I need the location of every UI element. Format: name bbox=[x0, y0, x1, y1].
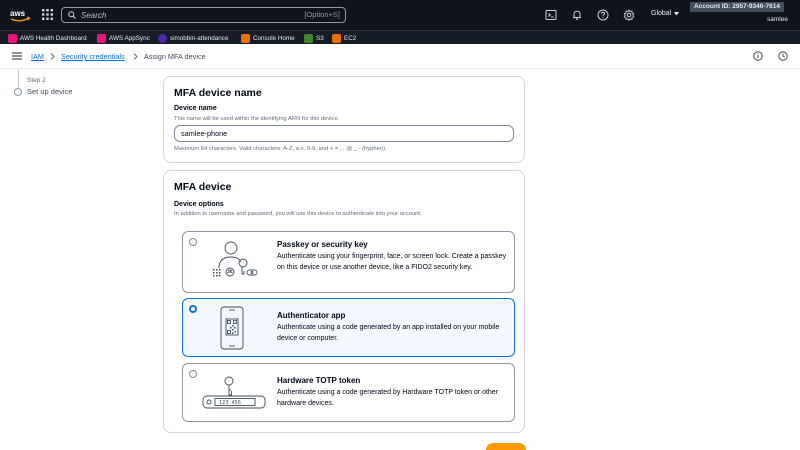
passkey-option-description: Authenticate using your fingerprint, fac… bbox=[277, 253, 507, 271]
breadcrumb-security-credentials[interactable]: Security credentials bbox=[61, 52, 125, 61]
authenticator-app-radio[interactable] bbox=[189, 305, 197, 313]
attendance-app-icon bbox=[158, 33, 167, 43]
svg-text:123 456: 123 456 bbox=[219, 400, 241, 406]
option-passkey-security-key[interactable]: Passkey or security key Authenticate usi… bbox=[182, 231, 515, 293]
aws-logo[interactable]: aws bbox=[9, 6, 31, 24]
step-indicator-circle bbox=[14, 88, 22, 96]
services-grid-icon[interactable] bbox=[42, 9, 53, 20]
device-options-description: In addition to username and password, yo… bbox=[174, 211, 422, 217]
ec2-icon bbox=[332, 33, 341, 43]
device-options-label: Device options bbox=[174, 201, 224, 208]
health-dashboard-icon bbox=[8, 33, 17, 43]
settings-gear-icon[interactable] bbox=[623, 9, 635, 21]
search-icon bbox=[68, 11, 76, 19]
svg-text:aws: aws bbox=[10, 9, 26, 18]
s3-icon bbox=[304, 33, 313, 43]
hardware-totp-option-title: Hardware TOTP token bbox=[277, 376, 361, 385]
hardware-token-key-icon: 123 456 bbox=[202, 376, 266, 409]
step-connector-line bbox=[17, 70, 19, 88]
favorite-ec2[interactable]: EC2 bbox=[332, 33, 356, 43]
account-id-badge[interactable]: Account ID: 2957-9346-7614 bbox=[690, 2, 784, 12]
passkey-illustration-icon bbox=[213, 241, 258, 277]
option-authenticator-app[interactable]: Authenticator app Authenticate using a c… bbox=[182, 298, 515, 357]
mfa-device-card-title: MFA device bbox=[174, 181, 232, 193]
search-shortcut: [Option+S] bbox=[304, 10, 340, 19]
account-user-menu[interactable]: samlee bbox=[767, 16, 788, 23]
console-home-icon bbox=[241, 33, 250, 43]
device-name-card-title: MFA device name bbox=[174, 87, 262, 99]
appsync-icon bbox=[97, 33, 106, 43]
hamburger-menu-icon[interactable] bbox=[12, 52, 22, 60]
notifications-bell-icon[interactable] bbox=[571, 9, 583, 21]
favorite-aws-appsync[interactable]: AWS AppSync bbox=[97, 33, 150, 43]
step-number: Step 2 bbox=[27, 77, 46, 84]
history-clock-icon[interactable] bbox=[778, 51, 788, 61]
top-navigation: aws [Option+S] Global Acc bbox=[0, 0, 800, 30]
breadcrumb-current-page: Assign MFA device bbox=[144, 52, 206, 61]
step-label: Set up device bbox=[27, 87, 73, 96]
hardware-totp-option-description: Authenticate using a code generated by H… bbox=[277, 389, 499, 407]
help-icon[interactable] bbox=[597, 9, 609, 21]
mfa-device-name-card: MFA device name Device name This name wi… bbox=[163, 76, 525, 163]
passkey-option-title: Passkey or security key bbox=[277, 240, 368, 249]
authenticator-app-option-title: Authenticator app bbox=[277, 311, 346, 320]
authenticator-phone-qr-icon bbox=[220, 306, 244, 350]
device-name-constraint: Maximum 64 characters. Valid characters:… bbox=[174, 146, 386, 152]
next-button[interactable] bbox=[486, 443, 526, 450]
device-name-input[interactable] bbox=[174, 125, 514, 142]
chevron-right-icon bbox=[133, 53, 138, 60]
favorites-bar: AWS Health Dashboard AWS AppSync simobbi… bbox=[0, 30, 800, 44]
cloudshell-icon[interactable] bbox=[545, 9, 557, 21]
favorite-s3[interactable]: S3 bbox=[304, 33, 324, 43]
search-box[interactable]: [Option+S] bbox=[61, 7, 346, 23]
device-name-label: Device name bbox=[174, 105, 217, 112]
chevron-right-icon bbox=[50, 53, 55, 60]
region-selector[interactable]: Global bbox=[651, 10, 671, 17]
favorite-console-home[interactable]: Console Home bbox=[241, 33, 295, 43]
search-input[interactable] bbox=[81, 10, 281, 20]
favorite-aws-health-dashboard[interactable]: AWS Health Dashboard bbox=[8, 33, 87, 43]
breadcrumb-iam[interactable]: IAM bbox=[31, 52, 44, 61]
hardware-totp-radio[interactable] bbox=[189, 370, 197, 378]
breadcrumb-bar: IAM Security credentials Assign MFA devi… bbox=[0, 44, 800, 69]
option-hardware-totp-token[interactable]: 123 456 Hardware TOTP token Authenticate… bbox=[182, 363, 515, 422]
device-name-description: This name will be used within the identi… bbox=[174, 116, 340, 122]
passkey-radio[interactable] bbox=[189, 238, 197, 246]
favorite-simobbin-attendance[interactable]: simobbin-attendance bbox=[158, 33, 228, 43]
authenticator-app-option-description: Authenticate using a code generated by a… bbox=[277, 324, 500, 342]
caret-down-icon[interactable] bbox=[674, 12, 679, 16]
info-icon[interactable] bbox=[753, 51, 763, 61]
